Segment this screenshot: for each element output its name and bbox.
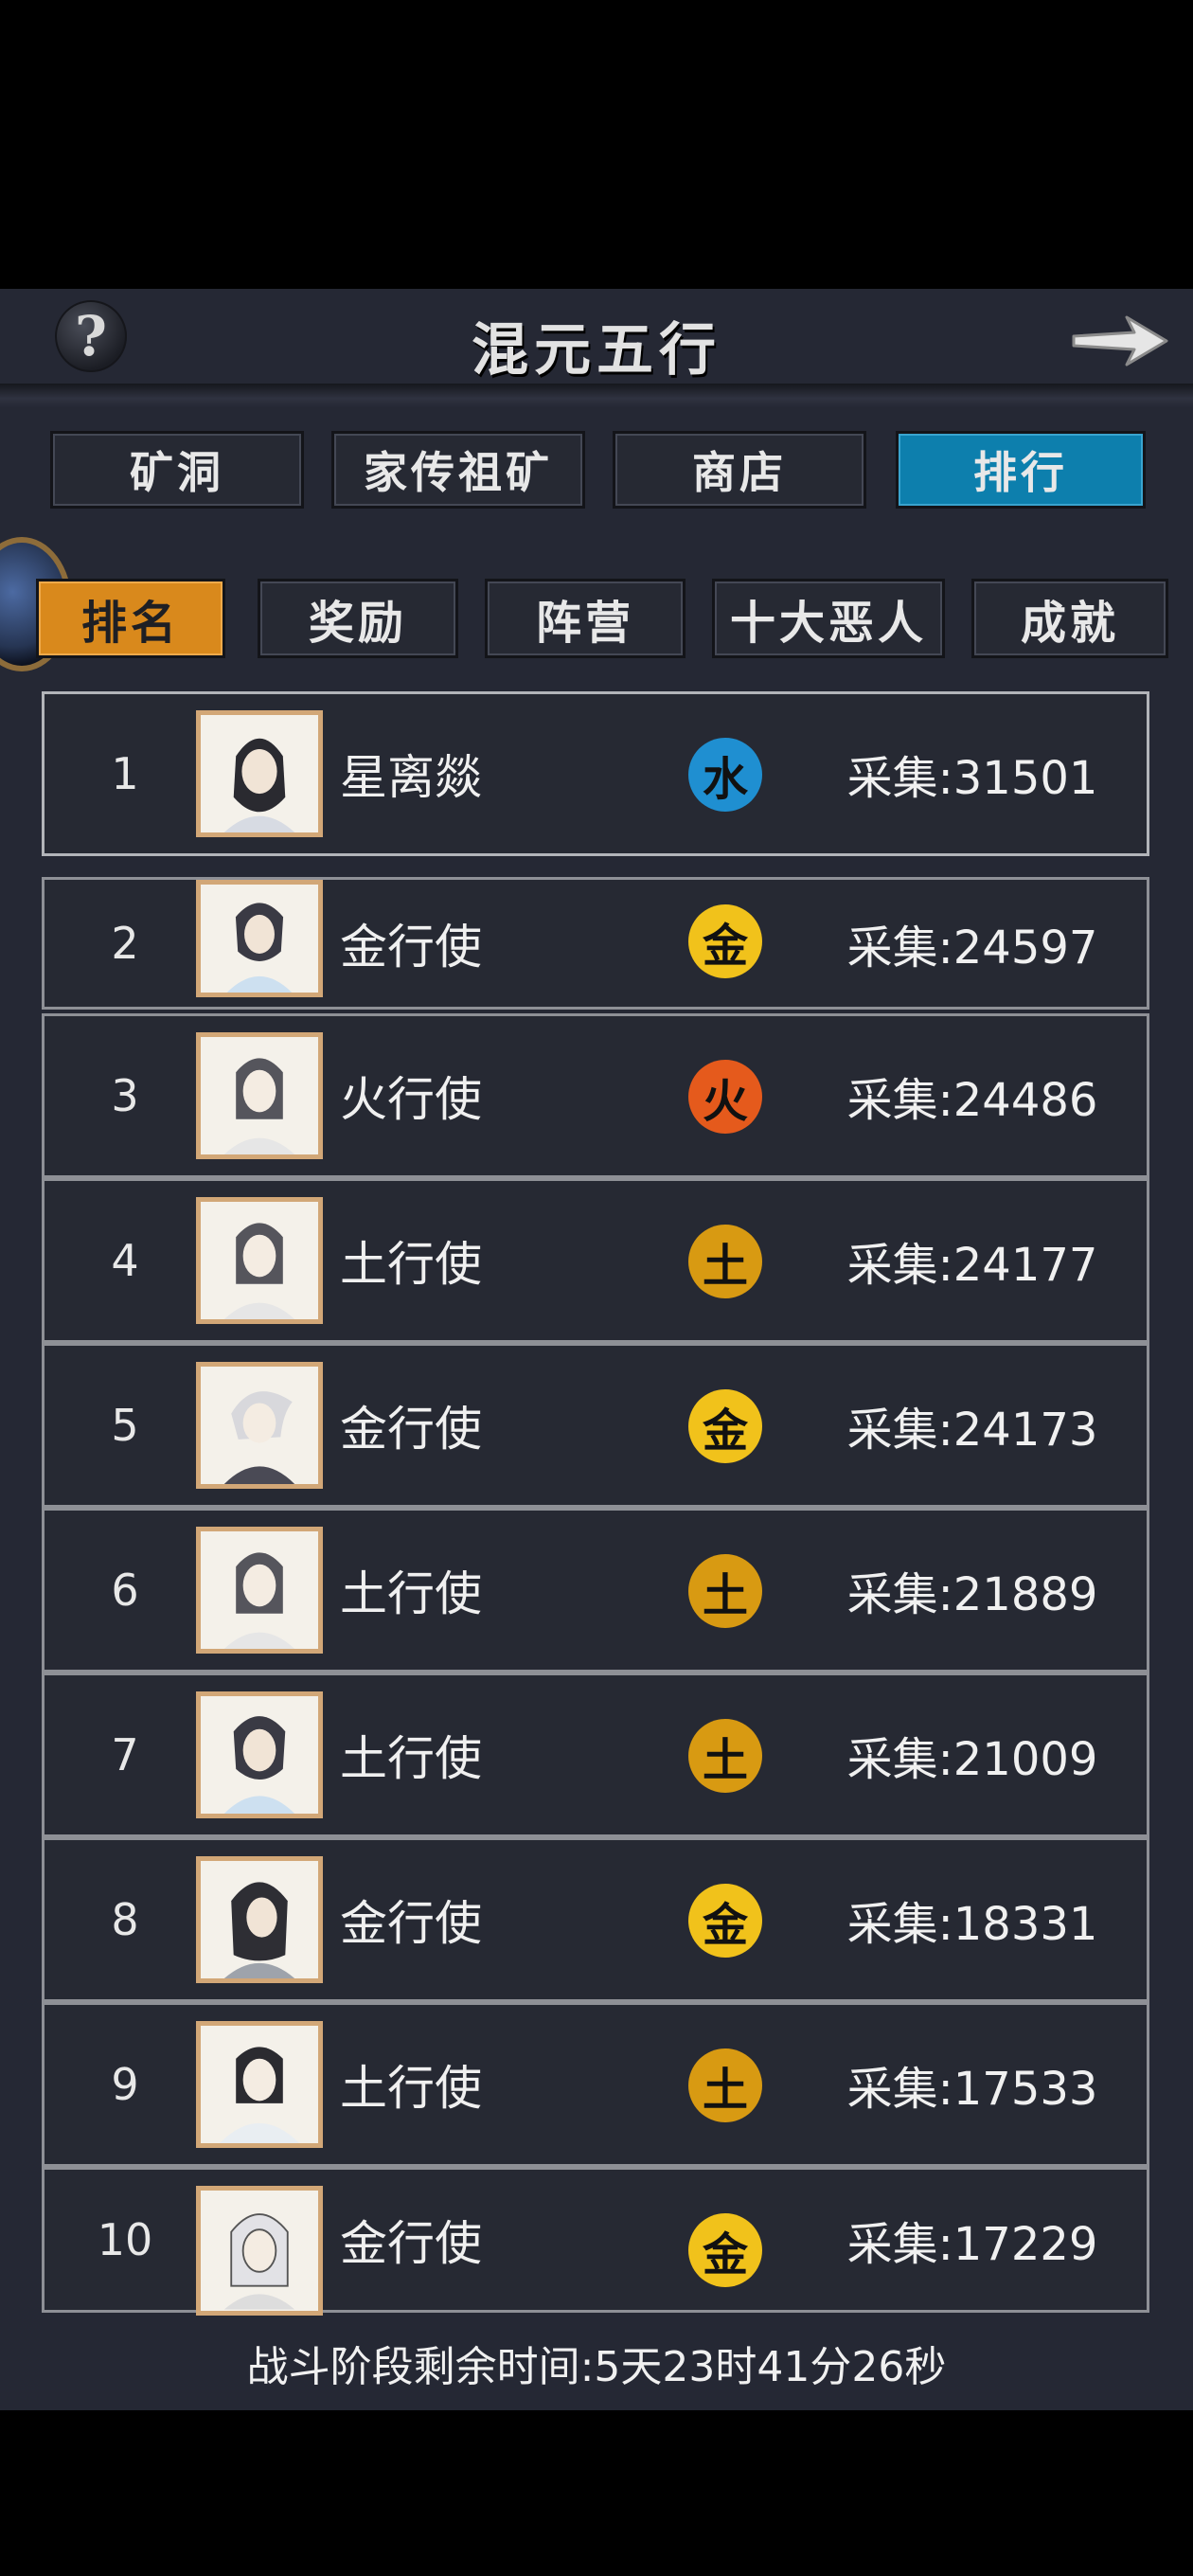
avatar — [196, 1527, 323, 1654]
subtab-rank[interactable]: 排名 — [36, 579, 225, 658]
rank-number: 10 — [97, 2214, 153, 2265]
back-button[interactable] — [1068, 308, 1172, 374]
table-row[interactable]: 10 金行使 金 采集:17229 — [42, 2167, 1149, 2316]
page-title: 混元五行 — [472, 317, 721, 384]
ranking-panel: ? 混元五行 矿洞 家传祖矿 商店 排行 排名 奖励 阵营 十大恶人 成就 1 — [0, 289, 1193, 2410]
rank-number: 4 — [111, 1235, 139, 1286]
gather-score: 采集:24177 — [846, 1239, 1098, 1292]
element-badge: 土 — [688, 1719, 762, 1793]
table-row[interactable]: 7 土行使 土 采集:21009 — [42, 1673, 1149, 1837]
gather-score: 采集:17229 — [846, 2218, 1098, 2271]
player-name: 金行使 — [340, 1896, 482, 1951]
table-row[interactable]: 4 土行使 土 采集:24177 — [42, 1178, 1149, 1343]
tab-mine-cave[interactable]: 矿洞 — [50, 431, 304, 509]
element-badge: 金 — [688, 904, 762, 978]
battle-countdown: 战斗阶段剩余时间:5天23时41分26秒 — [246, 2343, 947, 2391]
gather-score: 采集:18331 — [846, 1898, 1098, 1951]
arrow-right-icon — [1072, 315, 1168, 367]
gather-score: 采集:24173 — [846, 1404, 1098, 1457]
player-name: 星离燚 — [340, 750, 482, 805]
avatar — [196, 880, 323, 997]
gather-score: 采集:21889 — [846, 1568, 1098, 1621]
tab-ancestral-mine[interactable]: 家传祖矿 — [331, 431, 585, 509]
table-row[interactable]: 1 星离燚 水 采集:31501 — [42, 691, 1149, 856]
player-name: 土行使 — [340, 2061, 482, 2116]
rank-number: 1 — [111, 748, 139, 799]
element-badge: 土 — [688, 1554, 762, 1628]
avatar — [196, 1197, 323, 1324]
header-divider — [0, 384, 1193, 408]
rank-number: 6 — [111, 1565, 139, 1616]
subtab-top-ten-villains[interactable]: 十大恶人 — [712, 579, 945, 658]
rank-number: 2 — [111, 918, 139, 969]
table-row[interactable]: 5 金行使 金 采集:24173 — [42, 1343, 1149, 1508]
rank-number: 7 — [111, 1729, 139, 1780]
element-badge: 金 — [688, 1389, 762, 1463]
player-name: 火行使 — [340, 1072, 482, 1127]
game-screen: ? 混元五行 矿洞 家传祖矿 商店 排行 排名 奖励 阵营 十大恶人 成就 1 — [0, 0, 1193, 2576]
gather-score: 采集:24486 — [846, 1074, 1098, 1127]
avatar — [196, 1691, 323, 1818]
element-badge: 金 — [688, 1884, 762, 1958]
tab-shop[interactable]: 商店 — [613, 431, 866, 509]
tab-ranking[interactable]: 排行 — [896, 431, 1146, 509]
avatar — [196, 2021, 323, 2148]
subtab-rewards[interactable]: 奖励 — [258, 579, 458, 658]
gather-score: 采集:21009 — [846, 1733, 1098, 1786]
avatar — [196, 710, 323, 837]
table-row[interactable]: 6 土行使 土 采集:21889 — [42, 1508, 1149, 1673]
rank-number: 5 — [111, 1400, 139, 1451]
table-row[interactable]: 3 火行使 火 采集:24486 — [42, 1013, 1149, 1178]
player-name: 金行使 — [340, 1402, 482, 1457]
rank-number: 8 — [111, 1894, 139, 1945]
avatar — [196, 1362, 323, 1489]
table-row[interactable]: 8 金行使 金 采集:18331 — [42, 1837, 1149, 2002]
rank-number: 9 — [111, 2059, 139, 2110]
gather-score: 采集:24597 — [846, 921, 1098, 975]
element-badge: 金 — [688, 2213, 762, 2287]
player-name: 金行使 — [340, 920, 482, 975]
element-badge: 土 — [688, 1225, 762, 1298]
gather-score: 采集:17533 — [846, 2063, 1098, 2116]
avatar — [196, 1032, 323, 1159]
subtab-camp[interactable]: 阵营 — [485, 579, 686, 658]
avatar — [196, 1856, 323, 1983]
gather-score: 采集:31501 — [846, 752, 1098, 805]
element-badge: 火 — [688, 1060, 762, 1134]
rank-number: 3 — [111, 1070, 139, 1121]
player-name: 土行使 — [340, 1237, 482, 1292]
avatar — [196, 2186, 323, 2316]
element-badge: 土 — [688, 2048, 762, 2122]
element-badge: 水 — [688, 738, 762, 812]
player-name: 金行使 — [340, 2216, 482, 2271]
player-name: 土行使 — [340, 1566, 482, 1621]
subtab-achievements[interactable]: 成就 — [971, 579, 1168, 658]
player-name: 土行使 — [340, 1731, 482, 1786]
table-row[interactable]: 9 土行使 土 采集:17533 — [42, 2002, 1149, 2167]
table-row[interactable]: 2 金行使 金 采集:24597 — [42, 877, 1149, 1010]
